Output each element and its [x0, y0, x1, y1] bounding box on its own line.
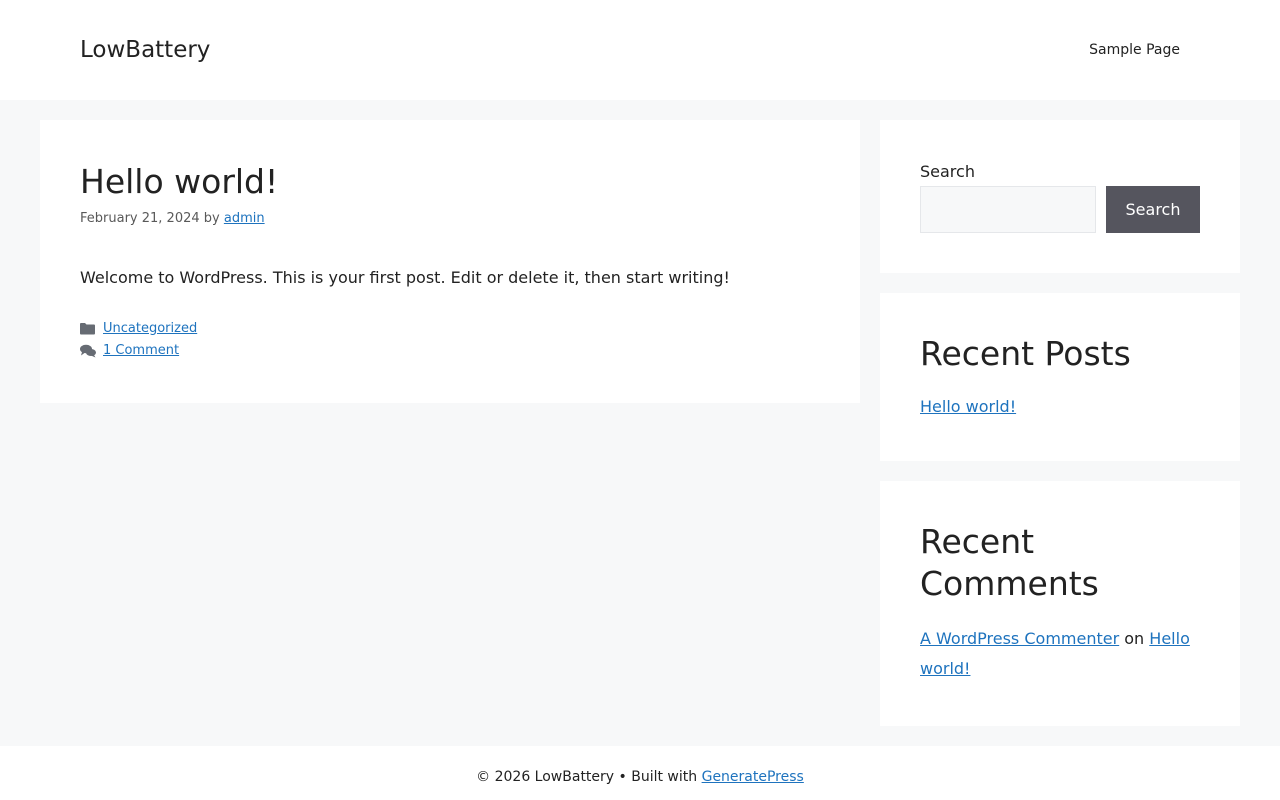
comment-on: on — [1124, 629, 1145, 648]
search-label: Search — [920, 162, 975, 181]
recent-post-link[interactable]: Hello world! — [920, 396, 1016, 418]
recent-posts-title: Recent Posts — [920, 334, 1131, 373]
category-link[interactable]: Uncategorized — [103, 320, 197, 338]
footer-copyright: © 2026 LowBattery • Built with — [476, 769, 698, 785]
nav-item-sample-page[interactable]: Sample Page — [1089, 41, 1180, 59]
comment-author-link[interactable]: A WordPress Commenter — [920, 629, 1119, 648]
site-title-link[interactable]: LowBattery — [80, 36, 210, 64]
recent-posts-widget: Recent Posts Hello world! — [880, 293, 1240, 461]
site-header: LowBattery Sample Page — [0, 0, 1280, 100]
post-card: Hello world! February 21, 2024 by admin … — [40, 120, 860, 403]
folder-icon — [80, 322, 96, 336]
recent-comments-title: Recent Comments — [920, 522, 1099, 603]
post-date: February 21, 2024 — [80, 211, 200, 226]
search-button[interactable]: Search — [1106, 186, 1200, 233]
search-input[interactable] — [920, 186, 1096, 233]
comments-icon — [80, 344, 96, 358]
post-by: by — [203, 211, 220, 226]
post-title: Hello world! — [80, 162, 279, 201]
search-widget: Search Search — [880, 120, 1240, 273]
site-footer: © 2026 LowBattery • Built with GenerateP… — [0, 746, 1280, 800]
post-meta: February 21, 2024 by admin — [80, 210, 265, 228]
post-author-link[interactable]: admin — [224, 211, 265, 226]
footer-generatepress-link[interactable]: GeneratePress — [702, 769, 804, 785]
recent-comments-widget: Recent Comments A WordPress Commenter on… — [880, 481, 1240, 726]
post-category-row: Uncategorized — [80, 320, 197, 338]
post-comments-row: 1 Comment — [80, 342, 179, 360]
comments-link[interactable]: 1 Comment — [103, 342, 179, 360]
post-content: Welcome to WordPress. This is your first… — [80, 268, 730, 287]
recent-comment: A WordPress Commenter on Hello world! — [920, 624, 1200, 684]
